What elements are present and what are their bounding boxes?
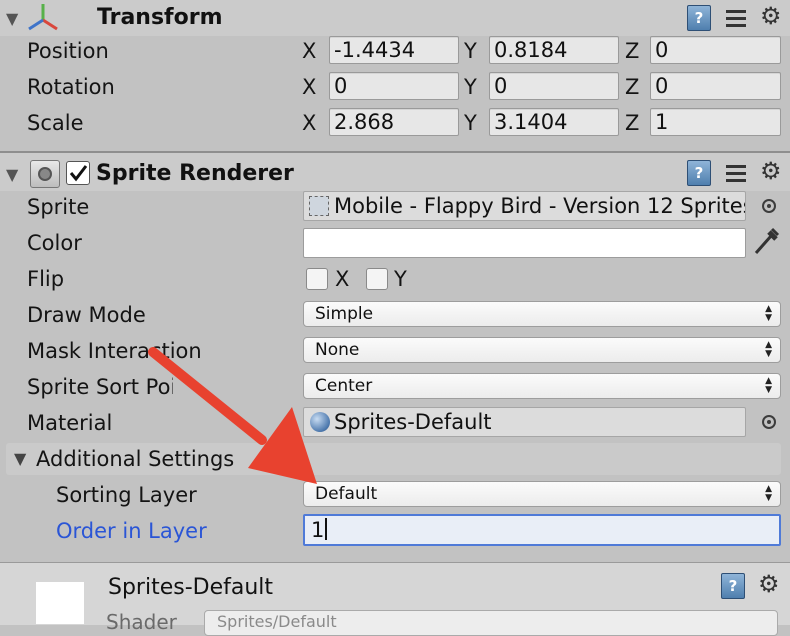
annotation-arrow — [148, 347, 317, 484]
